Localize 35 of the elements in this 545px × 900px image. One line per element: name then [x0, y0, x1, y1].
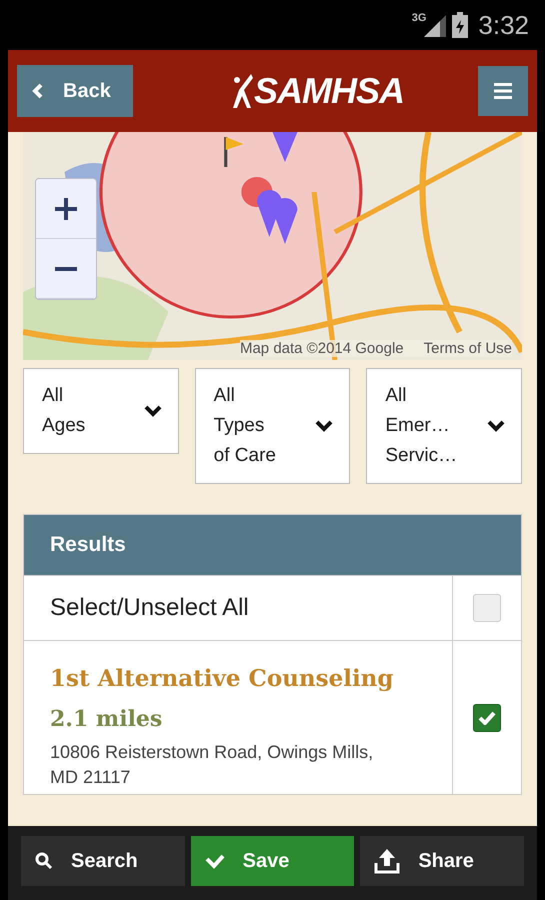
address: 10806 Reisterstown Road, Owings Mills, MD 21117 — [50, 741, 374, 789]
map-attribution: Map data ©2014 Google — [240, 340, 404, 357]
select-all-checkbox[interactable] — [473, 594, 501, 622]
select-all-label: Select/Unselect All — [50, 594, 250, 622]
network-type: 3G — [412, 12, 426, 24]
results-title: Results — [50, 533, 126, 556]
check-icon — [204, 853, 225, 869]
minus-icon — [55, 266, 77, 270]
clock: 3:32 — [478, 10, 529, 40]
zoom-in-button[interactable] — [36, 179, 96, 239]
toolbar-button[interactable]: Save — [190, 836, 354, 886]
filter-dropdown[interactable]: All Emer… Servic… — [366, 368, 522, 484]
battery-icon — [452, 12, 468, 38]
checkmark-icon — [478, 710, 496, 724]
menu-button[interactable] — [478, 66, 528, 116]
plus-icon — [55, 198, 77, 220]
toolbar-button[interactable]: Search — [21, 836, 185, 886]
signal-icon — [424, 13, 446, 37]
result-checkbox[interactable] — [473, 704, 501, 732]
back-button[interactable]: Back — [17, 65, 133, 117]
filter-dropdown[interactable]: All Ages — [23, 368, 179, 454]
search-icon — [35, 852, 53, 870]
terms-link[interactable]: Terms of Use — [424, 340, 512, 357]
menu-icon — [494, 83, 512, 99]
chevron-down-icon — [487, 420, 506, 432]
chevron-down-icon — [144, 405, 162, 417]
filter-dropdown[interactable]: All Types of Care — [194, 368, 350, 484]
running-figure-icon — [230, 72, 253, 110]
chevron-left-icon — [31, 83, 43, 99]
logo: SAMHSA — [254, 70, 404, 112]
zoom-out-button[interactable] — [36, 239, 96, 299]
toolbar-button[interactable]: Share — [360, 836, 524, 886]
chevron-down-icon — [315, 420, 334, 432]
share-icon — [374, 848, 400, 874]
distance: 2.1 miles — [50, 706, 164, 732]
